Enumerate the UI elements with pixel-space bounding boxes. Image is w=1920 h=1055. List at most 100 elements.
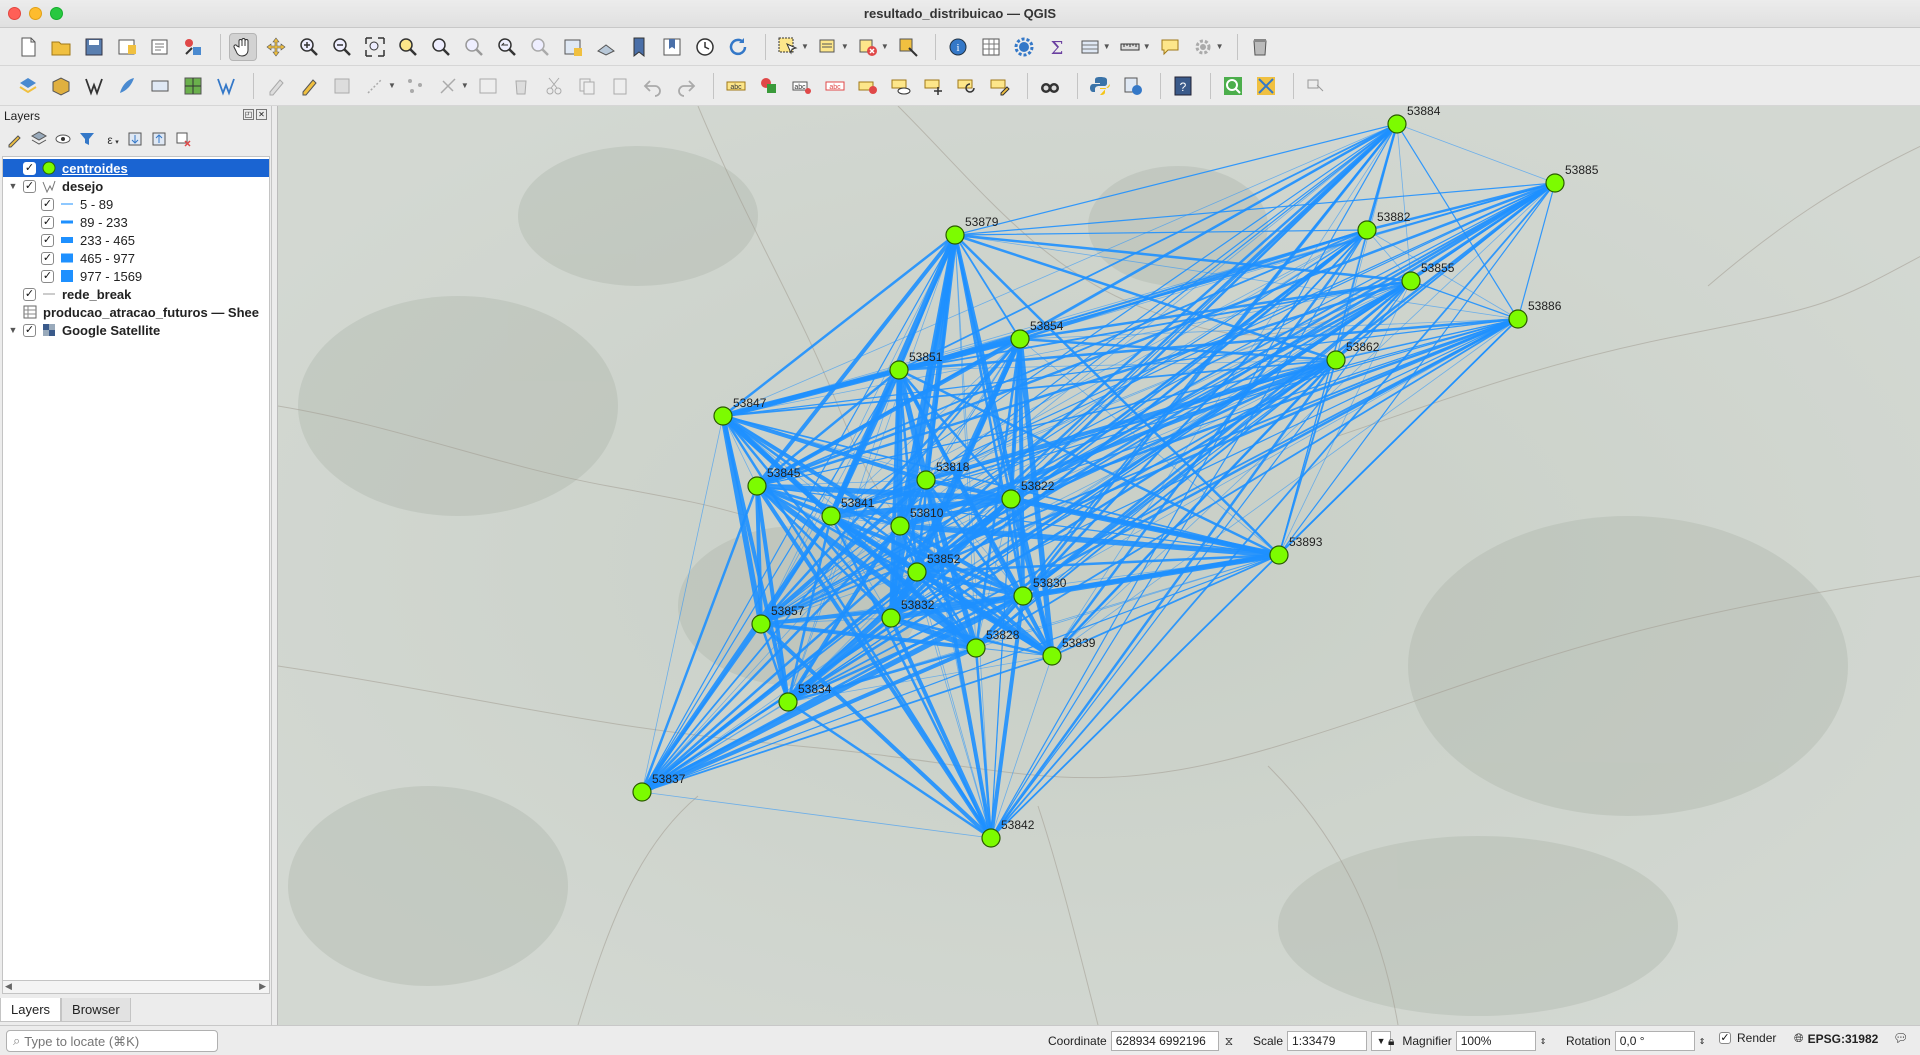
centroid-point[interactable]: [907, 562, 927, 582]
tab-layers[interactable]: Layers: [0, 998, 62, 1022]
change-label-icon[interactable]: [986, 72, 1014, 100]
data-source-manager-icon[interactable]: [14, 72, 42, 100]
style-manager-icon[interactable]: [179, 33, 207, 61]
legend-class-item[interactable]: ✓ 977 - 1569: [3, 267, 269, 285]
layer-visibility-checkbox[interactable]: ✓: [23, 323, 36, 337]
field-calculator-icon[interactable]: [1119, 72, 1147, 100]
new-spatialite-icon[interactable]: [113, 72, 141, 100]
save-project-icon[interactable]: [80, 33, 108, 61]
open-project-icon[interactable]: [47, 33, 75, 61]
settings-gear-icon[interactable]: [1189, 33, 1217, 61]
statistics-icon[interactable]: Σ: [1043, 33, 1071, 61]
modify-attributes-icon[interactable]: [434, 72, 462, 100]
show-unplaced-labels-icon[interactable]: abc: [821, 72, 849, 100]
coordinate-field[interactable]: 628934 6992196: [1110, 1031, 1219, 1051]
new-shapefile-icon[interactable]: [80, 72, 108, 100]
expand-toggle-icon[interactable]: ▼: [3, 325, 23, 335]
select-location-icon[interactable]: [894, 33, 922, 61]
centroid-point[interactable]: [966, 638, 986, 658]
refresh-icon[interactable]: [724, 33, 752, 61]
help-icon[interactable]: ?: [1169, 72, 1197, 100]
class-visibility-checkbox[interactable]: ✓: [41, 215, 54, 229]
zoom-out-icon[interactable]: [328, 33, 356, 61]
close-panel-button[interactable]: ✕: [256, 109, 267, 120]
legend-class-item[interactable]: ✓ 89 - 233: [3, 213, 269, 231]
save-edits-icon[interactable]: [328, 72, 356, 100]
layer-item-google-satellite[interactable]: ▼ ✓ Google Satellite: [3, 321, 269, 339]
legend-class-item[interactable]: ✓ 465 - 977: [3, 249, 269, 267]
lock-scale-icon[interactable]: 🔒︎: [1388, 1034, 1394, 1049]
centroid-point[interactable]: [747, 476, 767, 496]
centroid-point[interactable]: [889, 360, 909, 380]
tab-browser[interactable]: Browser: [61, 998, 131, 1022]
centroid-point[interactable]: [981, 828, 1001, 848]
centroid-point[interactable]: [1001, 489, 1021, 509]
centroid-point[interactable]: [1387, 114, 1407, 134]
filter-expression-icon[interactable]: ε ▾: [102, 130, 120, 148]
crs-label[interactable]: EPSG:31982: [1808, 1032, 1879, 1046]
toggle-extents-icon[interactable]: ⧖: [1225, 1034, 1233, 1049]
centroid-point[interactable]: [945, 225, 965, 245]
add-vector-icon[interactable]: [212, 72, 240, 100]
centroid-point[interactable]: [713, 406, 733, 426]
delete-selected-icon[interactable]: [507, 72, 535, 100]
add-raster-icon[interactable]: [179, 72, 207, 100]
zoom-last-icon[interactable]: [493, 33, 521, 61]
zoom-native-icon[interactable]: [460, 33, 488, 61]
label-tool-icon[interactable]: abc: [722, 72, 750, 100]
move-label-icon[interactable]: [920, 72, 948, 100]
undo-icon[interactable]: [639, 72, 667, 100]
paste-features-icon[interactable]: [606, 72, 634, 100]
new-geopackage-icon[interactable]: [47, 72, 75, 100]
new-project-icon[interactable]: [14, 33, 42, 61]
layer-visibility-checkbox[interactable]: ✓: [23, 161, 36, 175]
new-map-view-icon[interactable]: [559, 33, 587, 61]
expand-toggle-icon[interactable]: ▼: [3, 181, 23, 191]
layer-item-desejo[interactable]: ▼ ✓ desejo: [3, 177, 269, 195]
copy-features-icon[interactable]: [573, 72, 601, 100]
attribute-table-dropdown-icon[interactable]: [1076, 33, 1104, 61]
plugin-grid-icon[interactable]: [1252, 72, 1280, 100]
manage-visibility-icon[interactable]: [54, 130, 72, 148]
toggle-editing-icon[interactable]: [295, 72, 323, 100]
centroid-point[interactable]: [1545, 173, 1565, 193]
zoom-to-layer-icon[interactable]: [427, 33, 455, 61]
pan-map-icon[interactable]: [229, 32, 257, 61]
centroid-point[interactable]: [778, 692, 798, 712]
select-by-value-icon[interactable]: [814, 33, 842, 61]
rotate-label-icon[interactable]: [953, 72, 981, 100]
maximize-window-button[interactable]: [50, 7, 63, 20]
centroid-point[interactable]: [632, 782, 652, 802]
open-attribute-table-icon[interactable]: [977, 33, 1005, 61]
cut-features-icon[interactable]: [540, 72, 568, 100]
plugin-binoculars-icon[interactable]: [1036, 72, 1064, 100]
deselect-features-icon[interactable]: [854, 33, 882, 61]
vertex-tool-icon[interactable]: [401, 72, 429, 100]
new-print-layout-icon[interactable]: [113, 33, 141, 61]
centroid-point[interactable]: [1326, 350, 1346, 370]
crs-section[interactable]: 🌐︎ EPSG:31982: [1794, 1031, 1878, 1046]
layer-item-centroides[interactable]: ✓ centroides: [3, 159, 269, 177]
map-canvas[interactable]: 53884 53885 53879 53882 53855 53886 53854 53862…: [277, 106, 1920, 1025]
centroid-point[interactable]: [1401, 271, 1421, 291]
new-3d-view-icon[interactable]: [592, 33, 620, 61]
locator-input[interactable]: [24, 1033, 205, 1049]
layer-visibility-checkbox[interactable]: ✓: [23, 287, 36, 301]
zoom-to-selection-icon[interactable]: [394, 33, 422, 61]
layout-manager-icon[interactable]: [146, 33, 174, 61]
centroid-point[interactable]: [881, 608, 901, 628]
new-virtual-layer-icon[interactable]: [146, 72, 174, 100]
layer-item-producao-atracao[interactable]: producao_atracao_futuros — Shee: [3, 303, 269, 321]
zoom-full-icon[interactable]: [361, 33, 389, 61]
new-bookmark-icon[interactable]: [625, 33, 653, 61]
centroid-point[interactable]: [821, 506, 841, 526]
float-panel-button[interactable]: ◰: [243, 109, 254, 120]
legend-class-item[interactable]: ✓ 233 - 465: [3, 231, 269, 249]
identify-features-icon[interactable]: i: [944, 33, 972, 61]
select-features-icon[interactable]: [774, 33, 802, 61]
class-visibility-checkbox[interactable]: ✓: [41, 197, 54, 211]
temporal-controller-icon[interactable]: [691, 33, 719, 61]
toolbox-icon[interactable]: [1010, 33, 1038, 61]
expand-all-icon[interactable]: [126, 130, 144, 148]
magnifier-stepper-icon[interactable]: ⇕: [1540, 1037, 1547, 1046]
